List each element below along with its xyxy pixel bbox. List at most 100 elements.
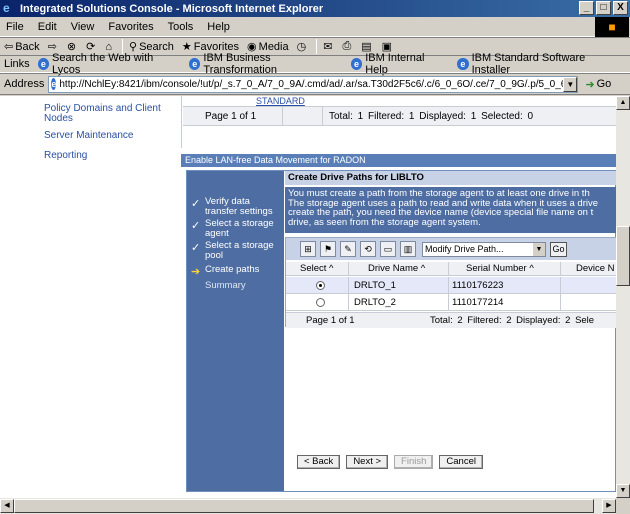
clear-filter-icon[interactable]: ⟲	[360, 241, 376, 257]
nav-policy-domains[interactable]: Policy Domains and Client Nodes	[44, 104, 174, 124]
sort-icon: ^	[329, 263, 334, 274]
top-table-footer: Page 1 of 1 Total: 1 Filtered: 1 Display…	[183, 106, 616, 126]
step-select-storage-pool[interactable]: ✓ Select a storage pool	[191, 241, 284, 261]
wizard: ✓ Verify data transfer settings ✓ Select…	[186, 170, 616, 492]
scroll-thumb-horizontal[interactable]	[14, 499, 594, 513]
column-drive-name[interactable]: Drive Name ^	[368, 262, 425, 276]
section-header: Enable LAN-free Data Movement for RADON	[181, 154, 616, 167]
scroll-down-icon[interactable]: ▼	[616, 484, 630, 498]
home-icon: ⌂	[105, 40, 112, 53]
menu-tools[interactable]: Tools	[168, 21, 194, 33]
page-icon: e	[51, 78, 57, 90]
column-select[interactable]: Select ^	[300, 262, 334, 276]
table-row[interactable]: DRLTO_1 1110176223	[286, 277, 616, 294]
page-icon: e	[350, 58, 363, 70]
row-radio[interactable]	[316, 298, 325, 307]
wizard-buttons: < Back Next > Finish Cancel	[297, 455, 483, 469]
close-button[interactable]: X	[613, 1, 628, 15]
nav-reporting[interactable]: Reporting	[44, 150, 87, 161]
address-dropdown-button[interactable]: ▼	[563, 76, 578, 92]
menu-help[interactable]: Help	[207, 21, 230, 33]
table-stats: Total: 2 Filtered: 2 Displayed: 2 Sele	[430, 315, 595, 326]
drive-name-cell: DRLTO_2	[354, 297, 396, 308]
page-icon: e	[37, 58, 49, 70]
row-radio[interactable]	[316, 281, 325, 290]
back-arrow-icon: ⇦	[4, 41, 14, 53]
horizontal-scrollbar[interactable]: ◀ ▶	[0, 498, 616, 514]
next-button[interactable]: Next >	[346, 455, 389, 469]
filter-icon[interactable]: ⚑	[320, 241, 336, 257]
table-row[interactable]: DRLTO_2 1110177214	[286, 294, 616, 311]
page-content: Policy Domains and Client Nodes Server M…	[0, 96, 616, 498]
drive-name-cell: DRLTO_1	[354, 280, 396, 291]
windows-logo: ■	[595, 17, 629, 37]
standard-link[interactable]: STANDARD	[256, 96, 305, 106]
internet-explorer-icon: e	[3, 1, 10, 15]
cancel-button[interactable]: Cancel	[439, 455, 483, 469]
menu-edit[interactable]: Edit	[38, 21, 57, 33]
scroll-up-icon[interactable]: ▲	[616, 96, 630, 110]
home-button[interactable]: ⌂	[105, 41, 114, 53]
top-table-spacer	[283, 107, 323, 125]
menu-view[interactable]: View	[71, 21, 95, 33]
links-label: Links	[4, 58, 30, 70]
scroll-thumb[interactable]	[616, 226, 630, 286]
window-controls: _ □ X	[579, 1, 628, 15]
maximize-button[interactable]: □	[596, 1, 611, 15]
windows-flag-icon: ■	[608, 20, 616, 34]
checkmark-icon: ✓	[191, 242, 201, 254]
address-bar: Address e http://NchlEy:8421/ibm/console…	[0, 73, 630, 95]
sort-icon: ^	[529, 263, 534, 274]
page-icon: e	[189, 58, 201, 70]
table-footer: Page 1 of 1 Total: 2 Filtered: 2 Display…	[286, 312, 616, 328]
menu-bar: File Edit View Favorites Tools Help	[0, 17, 630, 37]
wizard-steps: ✓ Verify data transfer settings ✓ Select…	[187, 171, 284, 491]
table-page: Page 1 of 1	[306, 315, 355, 326]
chevron-down-icon: ▼	[533, 242, 545, 256]
menu-favorites[interactable]: Favorites	[108, 21, 153, 33]
sort-icon: ^	[420, 263, 426, 274]
action-select[interactable]: Modify Drive Path... ▼	[422, 241, 546, 257]
delete-icon[interactable]: ▥	[400, 241, 416, 257]
checkmark-icon: ✓	[191, 198, 201, 210]
menu-file[interactable]: File	[6, 21, 24, 33]
finish-button[interactable]: Finish	[394, 455, 434, 469]
step-verify-data-transfer[interactable]: ✓ Verify data transfer settings	[191, 197, 284, 217]
table-toolbar: ⊞ ⚑ ✎ ⟲ ▭ ▥ Modify Drive Path... ▼ Go	[286, 238, 616, 260]
step-select-storage-agent[interactable]: ✓ Select a storage agent	[191, 219, 284, 239]
panel-title: Create Drive Paths for LIBLTO	[285, 171, 616, 185]
step-summary[interactable]: Summary	[191, 281, 246, 291]
scroll-right-icon[interactable]: ▶	[602, 499, 616, 513]
drive-paths-table: ⊞ ⚑ ✎ ⟲ ▭ ▥ Modify Drive Path... ▼ Go Se…	[285, 237, 616, 328]
scroll-left-icon[interactable]: ◀	[0, 499, 14, 513]
scrollbar-corner	[616, 498, 630, 514]
table-go-button[interactable]: Go	[550, 241, 567, 257]
address-label: Address	[4, 78, 45, 90]
step-create-paths[interactable]: ➔ Create paths	[191, 265, 259, 279]
select-all-icon[interactable]: ⊞	[300, 241, 316, 257]
address-input[interactable]: e http://NchlEy:8421/ibm/console/!ut/p/_…	[48, 75, 579, 93]
nav-server-maintenance[interactable]: Server Maintenance	[44, 130, 134, 141]
table-header: Select ^ Drive Name ^ Serial Number ^ De…	[286, 262, 616, 276]
serial-number-cell: 1110177214	[452, 297, 504, 308]
address-url: http://NchlEy:8421/ibm/console/!ut/p/_s.…	[59, 78, 577, 90]
wizard-panel: Create Drive Paths for LIBLTO You must c…	[285, 171, 616, 491]
vertical-scrollbar[interactable]: ▲ ▼	[616, 96, 630, 498]
edit-sort-icon[interactable]: ✎	[340, 241, 356, 257]
collapse-icon[interactable]: ▭	[380, 241, 396, 257]
column-serial-number[interactable]: Serial Number ^	[466, 262, 534, 276]
links-bar: Links e Search the Web with Lycos e IBM Bu…	[0, 52, 630, 76]
current-arrow-icon: ➔	[191, 266, 201, 278]
column-device-name[interactable]: Device N	[576, 262, 615, 276]
minimize-button[interactable]: _	[579, 1, 594, 15]
go-button[interactable]: ➜ Go	[585, 78, 611, 91]
checkmark-icon: ✓	[191, 220, 201, 232]
top-table-page: Page 1 of 1	[183, 107, 283, 125]
back-wizard-button[interactable]: < Back	[297, 455, 341, 469]
panel-description: You must create a path from the storage …	[285, 187, 616, 233]
page-icon: e	[457, 58, 469, 70]
back-button[interactable]: ⇦ Back	[4, 40, 40, 54]
go-arrow-icon: ➜	[585, 78, 595, 91]
top-table-stats: Total: 1 Filtered: 1 Displayed: 1 Select…	[329, 110, 534, 122]
window-title: Integrated Solutions Console - Microsoft…	[20, 2, 324, 15]
